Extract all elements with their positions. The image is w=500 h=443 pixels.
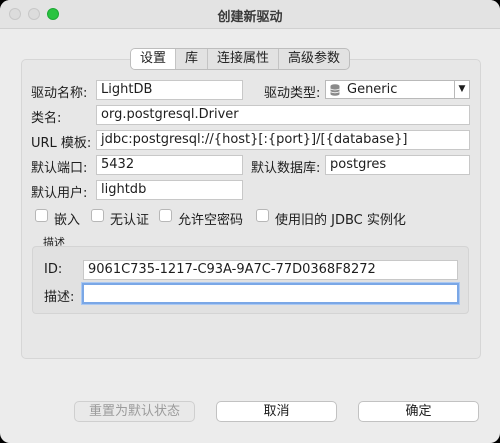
default-database-input[interactable]: postgres bbox=[325, 155, 470, 175]
default-user-label: 默认用户: bbox=[31, 186, 88, 201]
allow-empty-password-label: 允许空密码 bbox=[178, 213, 244, 228]
tab-libraries[interactable]: 库 bbox=[176, 49, 209, 69]
tab-connection-properties[interactable]: 连接属性 bbox=[208, 49, 280, 69]
allow-empty-password-checkbox[interactable] bbox=[159, 209, 172, 222]
no-auth-label: 无认证 bbox=[110, 213, 150, 228]
tab-bar: 设置 库 连接属性 高级参数 bbox=[130, 48, 351, 70]
legacy-jdbc-label: 使用旧的 JDBC 实例化 bbox=[275, 213, 406, 228]
database-icon bbox=[330, 84, 340, 96]
default-database-label: 默认数据库: bbox=[251, 161, 321, 176]
reset-to-default-button[interactable]: 重置为默认状态 bbox=[74, 401, 195, 422]
description-label: 描述: bbox=[44, 290, 75, 305]
embedded-label: 嵌入 bbox=[54, 213, 81, 228]
embedded-checkbox[interactable] bbox=[35, 209, 48, 222]
tab-settings[interactable]: 设置 bbox=[131, 49, 177, 69]
driver-type-value: Generic bbox=[347, 82, 398, 97]
driver-name-input[interactable]: LightDB bbox=[96, 80, 243, 100]
driver-id-field[interactable]: 9061C735-1217-C93A-9A7C-77D0368F8272 bbox=[83, 260, 458, 280]
cancel-button[interactable]: 取消 bbox=[216, 401, 337, 422]
default-port-label: 默认端口: bbox=[31, 161, 88, 176]
default-user-input[interactable]: lightdb bbox=[96, 180, 243, 200]
title-bar: 创建新驱动 bbox=[0, 0, 500, 29]
url-template-input[interactable]: jdbc:postgresql://{host}[:{port}]/[{data… bbox=[96, 130, 470, 150]
driver-name-label: 驱动名称: bbox=[31, 86, 88, 101]
description-input[interactable] bbox=[82, 283, 459, 304]
no-auth-checkbox[interactable] bbox=[91, 209, 104, 222]
create-driver-dialog: 创建新驱动 设置 库 连接属性 高级参数 驱动名称: LightDB 驱动类型:… bbox=[0, 0, 500, 443]
driver-type-label: 驱动类型: bbox=[264, 86, 321, 101]
default-port-input[interactable]: 5432 bbox=[96, 155, 243, 175]
class-name-label: 类名: bbox=[31, 111, 62, 126]
driver-type-select[interactable]: Generic ▼ bbox=[325, 80, 470, 99]
ok-button[interactable]: 确定 bbox=[358, 401, 479, 422]
window-title: 创建新驱动 bbox=[217, 10, 283, 25]
dropdown-arrow-icon[interactable]: ▼ bbox=[454, 81, 469, 98]
class-name-input[interactable]: org.postgresql.Driver bbox=[96, 105, 470, 125]
id-label: ID: bbox=[44, 262, 63, 277]
url-template-label: URL 模板: bbox=[31, 136, 92, 151]
settings-panel bbox=[21, 59, 481, 359]
legacy-jdbc-checkbox[interactable] bbox=[256, 209, 269, 222]
tab-advanced-parameters[interactable]: 高级参数 bbox=[279, 49, 349, 69]
